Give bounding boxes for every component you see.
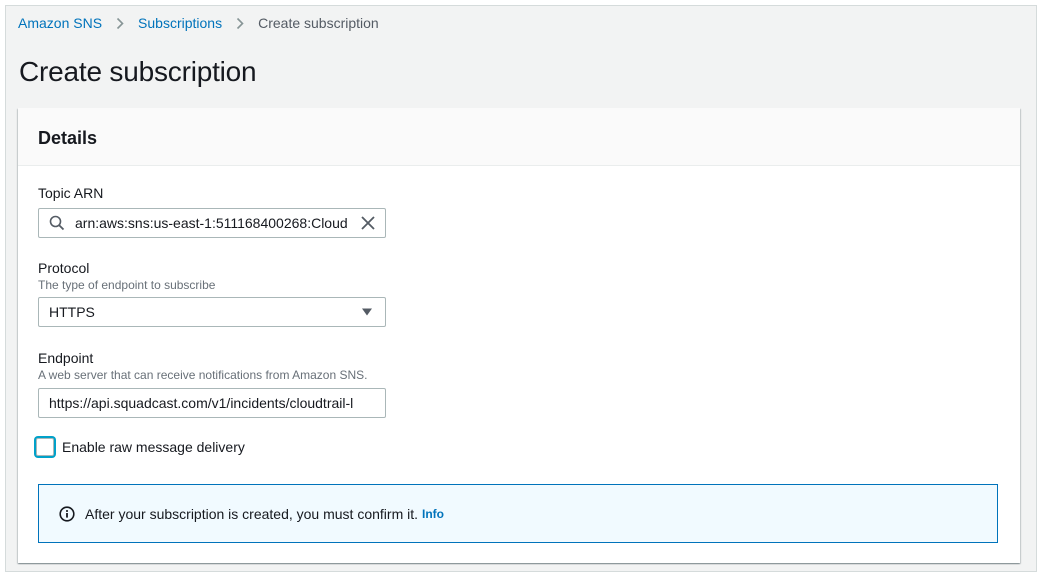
breadcrumb-current: Create subscription xyxy=(258,15,379,31)
protocol-description: The type of endpoint to subscribe xyxy=(38,278,216,292)
breadcrumb: Amazon SNS Subscriptions Create subscrip… xyxy=(18,14,379,32)
chevron-right-icon xyxy=(116,17,124,30)
page-frame: Amazon SNS Subscriptions Create subscrip… xyxy=(5,5,1037,572)
caret-down-icon xyxy=(362,308,372,316)
protocol-selected-value: HTTPS xyxy=(49,304,95,320)
close-icon[interactable] xyxy=(360,215,376,231)
endpoint-label: Endpoint xyxy=(38,350,94,366)
panel-header: Details xyxy=(18,108,1020,166)
topic-arn-label: Topic ARN xyxy=(38,185,104,201)
search-icon xyxy=(49,215,65,231)
panel-heading: Details xyxy=(38,128,98,148)
protocol-label: Protocol xyxy=(38,260,90,276)
chevron-right-icon xyxy=(236,17,244,30)
topic-arn-value: arn:aws:sns:us-east-1:511168400268:Cloud xyxy=(75,215,348,231)
info-alert-text: After your subscription is created, you … xyxy=(85,505,419,522)
raw-delivery-row[interactable]: Enable raw message delivery xyxy=(36,438,245,456)
raw-delivery-checkbox[interactable] xyxy=(36,438,54,456)
endpoint-description: A web server that can receive notificati… xyxy=(38,368,368,382)
info-alert: After your subscription is created, you … xyxy=(38,484,998,543)
breadcrumb-link-amazon-sns[interactable]: Amazon SNS xyxy=(18,14,102,32)
protocol-select[interactable]: HTTPS xyxy=(38,297,386,327)
topic-arn-input[interactable]: arn:aws:sns:us-east-1:511168400268:Cloud xyxy=(38,208,386,238)
endpoint-value: https://api.squadcast.com/v1/incidents/c… xyxy=(49,395,354,411)
info-icon xyxy=(59,505,75,522)
page-title: Create subscription xyxy=(19,56,257,87)
details-panel: Details Topic ARN arn:aws:sns:us-east-1:… xyxy=(18,108,1020,563)
raw-delivery-label[interactable]: Enable raw message delivery xyxy=(62,439,245,455)
info-link[interactable]: Info xyxy=(422,507,444,521)
breadcrumb-link-subscriptions[interactable]: Subscriptions xyxy=(138,14,222,32)
endpoint-input[interactable]: https://api.squadcast.com/v1/incidents/c… xyxy=(38,388,386,418)
